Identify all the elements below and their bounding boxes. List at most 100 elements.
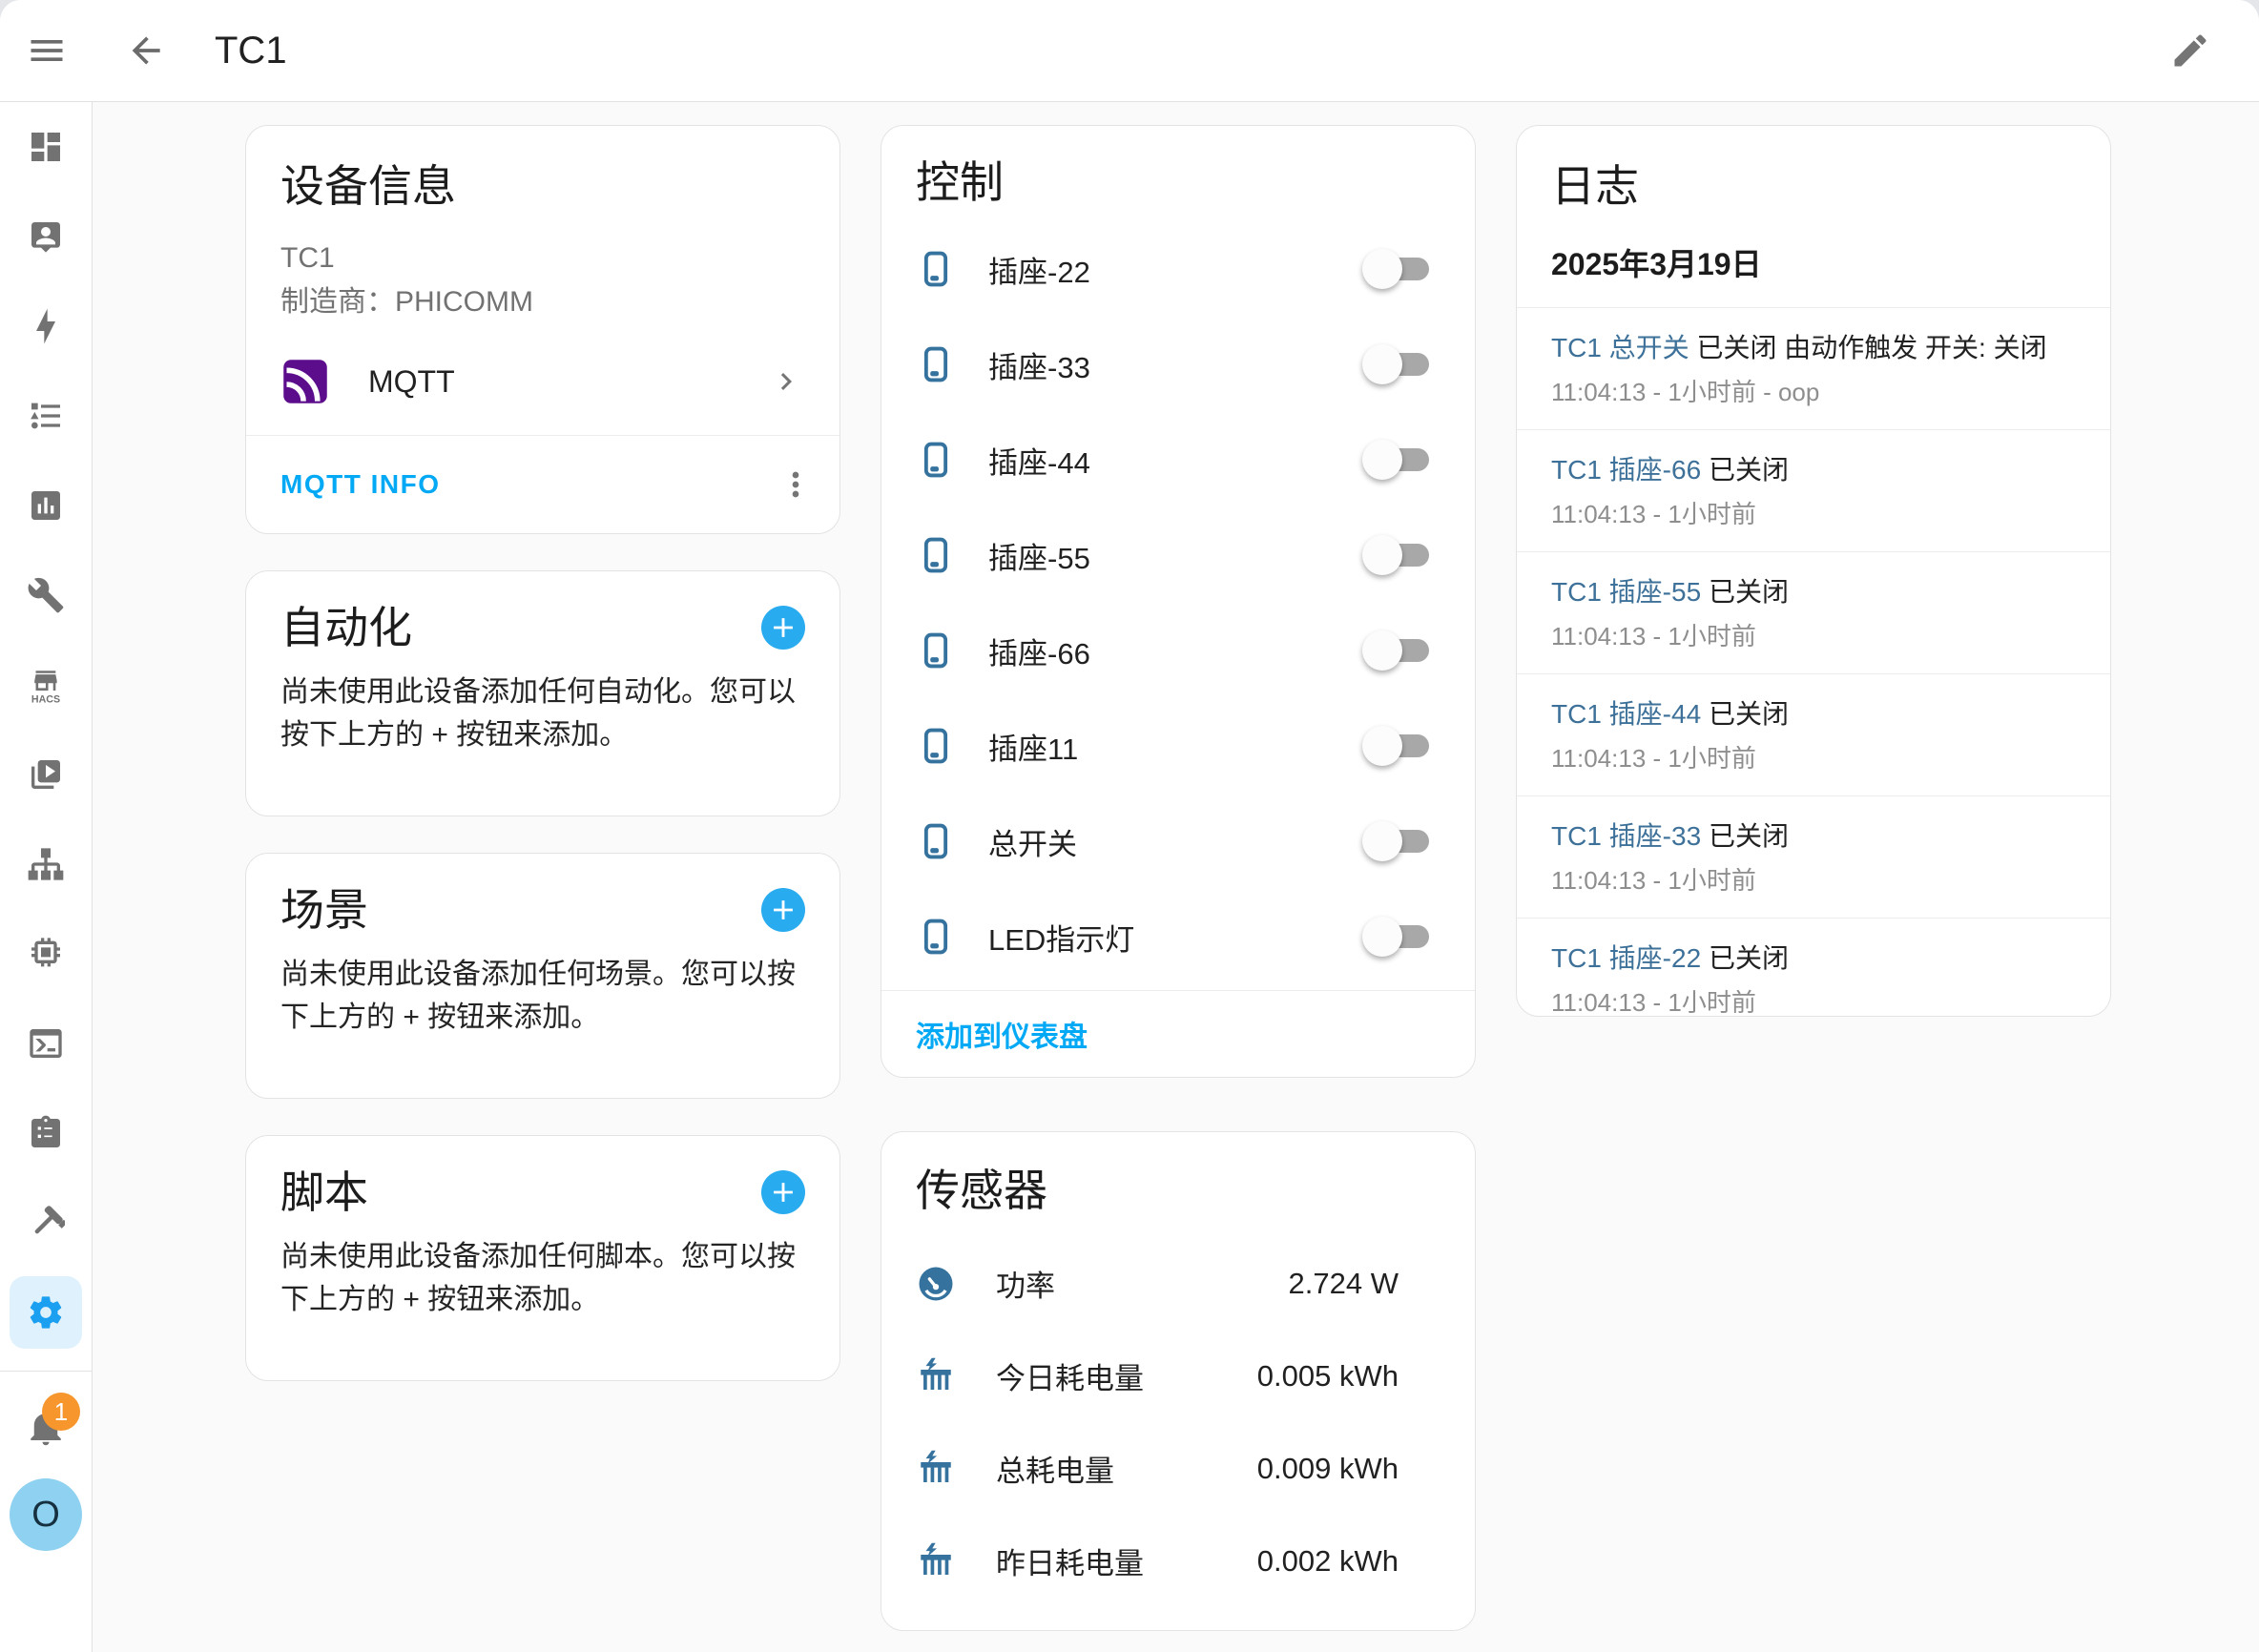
logbook-entity-link[interactable]: TC1 总开关 (1551, 333, 1689, 362)
sensor-label: 昨日耗电量 (996, 1539, 1257, 1582)
entity-label: 插座-22 (988, 248, 1366, 291)
logbook-entity-link[interactable]: TC1 插座-44 (1551, 699, 1701, 729)
sensor-label: 功率 (996, 1262, 1289, 1305)
column-controls: 控制 插座-22 插座-33 (881, 125, 1476, 1652)
meter-electric-icon (916, 1541, 956, 1581)
entity-toggle[interactable] (1366, 639, 1429, 662)
notifications-button[interactable]: 1 (0, 1389, 92, 1465)
sidebar-item-media[interactable] (0, 730, 92, 819)
sidebar-item-terminal[interactable] (0, 999, 92, 1088)
mqtt-info-button[interactable]: MQTT INFO (280, 469, 440, 500)
hacs-icon (27, 666, 65, 704)
entity-toggle[interactable] (1366, 925, 1429, 948)
add-to-dashboard-link[interactable]: 添加到仪表盘 (916, 1013, 1088, 1055)
meter-electric-icon (916, 1356, 956, 1396)
back-arrow-icon (125, 30, 167, 72)
device-info-title: 设备信息 (280, 160, 805, 212)
sidebar-item-todo[interactable] (0, 1088, 92, 1178)
chevron-right-icon (769, 364, 803, 399)
device-info-card: 设备信息 TC1 制造商：PHICOMM MQTT (245, 125, 840, 534)
sidebar-item-sitemap[interactable] (0, 819, 92, 909)
notification-badge: 1 (42, 1393, 80, 1431)
logbook-entry: TC1 插座-44 已关闭 11:04:13 - 1小时前 (1517, 673, 2110, 795)
menu-button[interactable] (16, 20, 77, 81)
dashboard-icon (27, 128, 65, 166)
logbook-date: 2025年3月19日 (1551, 240, 2076, 284)
add-button[interactable] (761, 1170, 805, 1214)
edit-device-button[interactable] (2160, 20, 2221, 81)
empty-state-text: 尚未使用此设备添加任何自动化。您可以按下上方的 + 按钮来添加。 (280, 671, 805, 756)
entity-toggle[interactable] (1366, 258, 1429, 280)
media-icon (27, 755, 65, 794)
energy-icon (27, 307, 65, 345)
entity-toggle[interactable] (1366, 448, 1429, 471)
sidebar-item-people[interactable] (0, 192, 92, 281)
socket-icon (916, 249, 956, 289)
todo-list-icon (27, 1114, 65, 1152)
sidebar-item-overview[interactable] (0, 102, 92, 192)
logbook-entity-link[interactable]: TC1 插座-22 (1551, 943, 1701, 973)
back-button[interactable] (115, 20, 176, 81)
menu-icon (26, 30, 68, 72)
column-device: 设备信息 TC1 制造商：PHICOMM MQTT (245, 125, 840, 1652)
sensor-value: 0.009 kWh (1257, 1452, 1399, 1486)
control-row: LED指示灯 (916, 889, 1440, 984)
sidebar-item-energy[interactable] (0, 281, 92, 371)
sensor-row[interactable]: 功率 2.724 W (916, 1237, 1440, 1330)
wrench-icon (27, 576, 65, 614)
logbook-time: 11:04:13 - 1小时前 - oop (1551, 373, 2076, 408)
add-button[interactable] (761, 888, 805, 932)
card-scripts: 脚本 尚未使用此设备添加任何脚本。您可以按下上方的 + 按钮来添加。 (245, 1135, 840, 1381)
logbook-action: 已关闭 (1709, 577, 1789, 607)
socket-icon (916, 630, 956, 671)
entity-label: 插座-66 (988, 630, 1366, 672)
control-row: 插座-44 (916, 412, 1440, 507)
gauge-icon (916, 1264, 956, 1304)
sensor-row[interactable]: 昨日耗电量 0.002 kWh (916, 1515, 1440, 1607)
entity-toggle[interactable] (1366, 830, 1429, 853)
socket-icon (916, 726, 956, 766)
control-row: 插座-33 (916, 317, 1440, 412)
sidebar-item-hacs[interactable] (0, 640, 92, 730)
controls-card: 控制 插座-22 插座-33 (881, 125, 1476, 1078)
logbook-action: 已关闭 (1709, 821, 1789, 851)
control-row: 总开关 (916, 794, 1440, 889)
sensor-row[interactable]: 总耗电量 0.009 kWh (916, 1422, 1440, 1515)
logbook-action: 已关闭 (1709, 943, 1789, 973)
sidebar-item-history[interactable] (0, 461, 92, 550)
logbook-time: 11:04:13 - 1小时前 (1551, 983, 2076, 1017)
hammer-icon (27, 1204, 65, 1242)
add-button[interactable] (761, 606, 805, 650)
entity-toggle[interactable] (1366, 544, 1429, 567)
control-row: 插座-22 (916, 221, 1440, 317)
integration-row-mqtt[interactable]: MQTT (280, 357, 805, 406)
logbook-entity-link[interactable]: TC1 插座-66 (1551, 455, 1701, 485)
history-icon (27, 486, 65, 525)
user-avatar[interactable]: O (10, 1478, 82, 1551)
logbook-action: 已关闭 (1709, 699, 1789, 729)
sensors-title: 传感器 (916, 1165, 1440, 1216)
sidebar-item-developer-tools[interactable] (0, 1178, 92, 1268)
entity-toggle[interactable] (1366, 353, 1429, 376)
sensor-row[interactable]: 今日耗电量 0.005 kWh (916, 1330, 1440, 1422)
sitemap-icon (27, 845, 65, 883)
entity-label: 插座11 (988, 725, 1366, 768)
integration-label: MQTT (368, 364, 769, 400)
sidebar-item-logbook[interactable] (0, 371, 92, 461)
logbook-action: 已关闭 由动作触发 开关: 关闭 (1696, 333, 2046, 362)
device-menu-icon[interactable] (777, 465, 815, 504)
sidebar-item-tools[interactable] (0, 550, 92, 640)
sidebar-item-esphome[interactable] (0, 909, 92, 999)
sidebar-item-settings[interactable] (0, 1268, 92, 1357)
pencil-icon (2169, 30, 2211, 72)
control-row: 插座-66 (916, 603, 1440, 698)
entity-label: 插座-33 (988, 343, 1366, 386)
logbook-entity-link[interactable]: TC1 插座-55 (1551, 577, 1701, 607)
top-bar: TC1 (0, 0, 2259, 102)
control-row: 插座11 (916, 698, 1440, 794)
logbook-entity-link[interactable]: TC1 插座-33 (1551, 821, 1701, 851)
logbook-time: 11:04:13 - 1小时前 (1551, 617, 2076, 652)
logbook-icon (27, 397, 65, 435)
entity-toggle[interactable] (1366, 734, 1429, 757)
socket-icon (916, 821, 956, 861)
